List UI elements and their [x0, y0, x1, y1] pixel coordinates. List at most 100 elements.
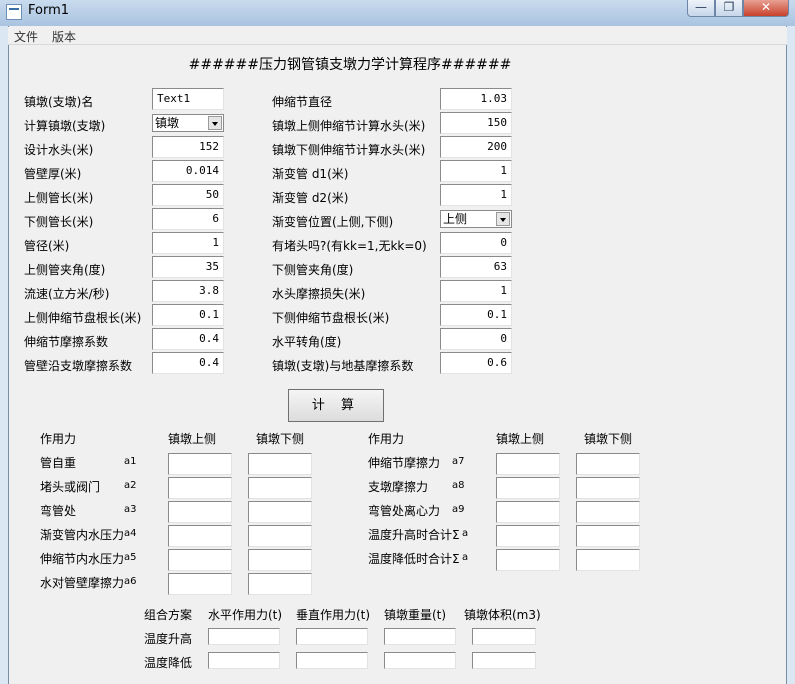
combo-output[interactable]	[384, 652, 456, 669]
field-input[interactable]: 1	[152, 232, 224, 254]
force-name: 弯管处	[40, 504, 77, 518]
field-label: 水平转角(度)	[272, 335, 342, 349]
lower-side-output[interactable]	[248, 525, 312, 547]
force-name: 支墩摩擦力	[368, 480, 429, 494]
lower-side-output[interactable]	[576, 477, 640, 499]
force-name: 水对管壁摩擦力	[40, 576, 125, 590]
field-label: 伸缩节摩擦系数	[24, 335, 109, 349]
field-input[interactable]: 152	[152, 136, 224, 158]
force-name: 弯管处离心力	[368, 504, 441, 518]
force-code: a7	[452, 456, 465, 467]
field-label: 上侧管长(米)	[24, 191, 94, 205]
field-input[interactable]: 1.03	[440, 88, 512, 110]
close-button[interactable]: ✕	[743, 0, 789, 17]
calculate-button[interactable]: 计 算	[288, 389, 384, 422]
field-input[interactable]: 0.014	[152, 160, 224, 182]
lower-side-output[interactable]	[248, 549, 312, 571]
force-code: a9	[452, 504, 465, 515]
combo-output[interactable]	[296, 652, 368, 669]
field-label: 下侧伸缩节盘根长(米)	[272, 311, 390, 325]
upper-side-output[interactable]	[168, 453, 232, 475]
lower-side-output[interactable]	[248, 501, 312, 523]
force-code: a8	[452, 480, 465, 491]
force-name: 温度升高时合计Σ	[368, 528, 460, 542]
lower-side-output[interactable]	[576, 525, 640, 547]
window-title: Form1	[28, 3, 70, 18]
combo-header: 镇墩体积(m3)	[464, 608, 541, 622]
upper-side-output[interactable]	[496, 549, 560, 571]
lower-side-output[interactable]	[576, 453, 640, 475]
field-input[interactable]: Text1	[152, 88, 224, 110]
minimize-button[interactable]: —	[687, 0, 715, 17]
combo-header: 水平作用力(t)	[208, 608, 283, 622]
app-icon	[6, 4, 22, 20]
field-input[interactable]: 1	[440, 184, 512, 206]
program-title: ######压力钢管镇支墩力学计算程序######	[188, 57, 512, 73]
lower-side-output[interactable]	[576, 549, 640, 571]
field-input[interactable]: 3.8	[152, 280, 224, 302]
field-label: 渐变管 d1(米)	[272, 167, 349, 181]
upper-side-output[interactable]	[496, 477, 560, 499]
lower-side-output[interactable]	[248, 453, 312, 475]
force-code: a4	[124, 528, 137, 539]
field-label: 渐变管位置(上侧,下侧)	[272, 215, 394, 229]
force-name: 伸缩节内水压力	[40, 552, 125, 566]
upper-side-output[interactable]	[168, 477, 232, 499]
combo-output[interactable]	[208, 652, 280, 669]
field-input[interactable]: 0.1	[152, 304, 224, 326]
combo-output[interactable]	[208, 628, 280, 645]
field-input[interactable]: 0.4	[152, 328, 224, 350]
upper-side-output[interactable]	[168, 549, 232, 571]
field-label: 镇墩(支墩)与地基摩擦系数	[272, 359, 414, 373]
force-code: a1	[124, 456, 137, 467]
field-label: 管径(米)	[24, 239, 70, 253]
field-input[interactable]: 6	[152, 208, 224, 230]
field-input[interactable]: 0	[440, 328, 512, 350]
combo-header: 垂直作用力(t)	[296, 608, 371, 622]
upper-side-output[interactable]	[168, 573, 232, 595]
lower-side-output[interactable]	[576, 501, 640, 523]
force-name: 伸缩节摩擦力	[368, 456, 441, 470]
combo-output[interactable]	[384, 628, 456, 645]
menu-bar: 文件 版本	[8, 27, 787, 45]
field-input[interactable]: 150	[440, 112, 512, 134]
menu-version[interactable]: 版本	[52, 28, 76, 45]
field-input[interactable]: 200	[440, 136, 512, 158]
column-header: 镇墩下侧	[256, 432, 305, 446]
field-input[interactable]: 0.4	[152, 352, 224, 374]
combo-row-label: 温度降低	[144, 656, 193, 670]
title-bar[interactable]	[0, 0, 795, 26]
field-label: 上侧管夹角(度)	[24, 263, 106, 277]
field-input[interactable]: 0	[440, 232, 512, 254]
field-input[interactable]: 35	[152, 256, 224, 278]
field-label: 下侧管夹角(度)	[272, 263, 354, 277]
reducer-position-select[interactable]: 上侧	[440, 210, 512, 228]
field-label: 管壁沿支墩摩擦系数	[24, 359, 133, 373]
maximize-button[interactable]: ❐	[715, 0, 743, 17]
combo-row-label: 温度升高	[144, 632, 193, 646]
upper-side-output[interactable]	[496, 501, 560, 523]
upper-side-output[interactable]	[496, 453, 560, 475]
chevron-down-icon[interactable]	[208, 116, 222, 130]
field-input[interactable]: 1	[440, 280, 512, 302]
menu-file[interactable]: 文件	[14, 28, 38, 45]
upper-side-output[interactable]	[168, 501, 232, 523]
field-input[interactable]: 0.6	[440, 352, 512, 374]
force-code: a	[462, 552, 469, 563]
reducer-position-value: 上侧	[443, 212, 468, 226]
chevron-down-icon[interactable]	[496, 212, 510, 226]
upper-side-output[interactable]	[496, 525, 560, 547]
combo-output[interactable]	[472, 628, 536, 645]
field-input[interactable]: 0.1	[440, 304, 512, 326]
upper-side-output[interactable]	[168, 525, 232, 547]
lower-side-output[interactable]	[248, 573, 312, 595]
lower-side-output[interactable]	[248, 477, 312, 499]
force-name: 管自重	[40, 456, 77, 470]
field-input[interactable]: 63	[440, 256, 512, 278]
field-input[interactable]: 50	[152, 184, 224, 206]
field-input[interactable]: 1	[440, 160, 512, 182]
combo-output[interactable]	[472, 652, 536, 669]
combo-output[interactable]	[296, 628, 368, 645]
combo-header: 组合方案	[144, 608, 193, 622]
pier-type-select[interactable]: 镇墩	[152, 114, 224, 132]
